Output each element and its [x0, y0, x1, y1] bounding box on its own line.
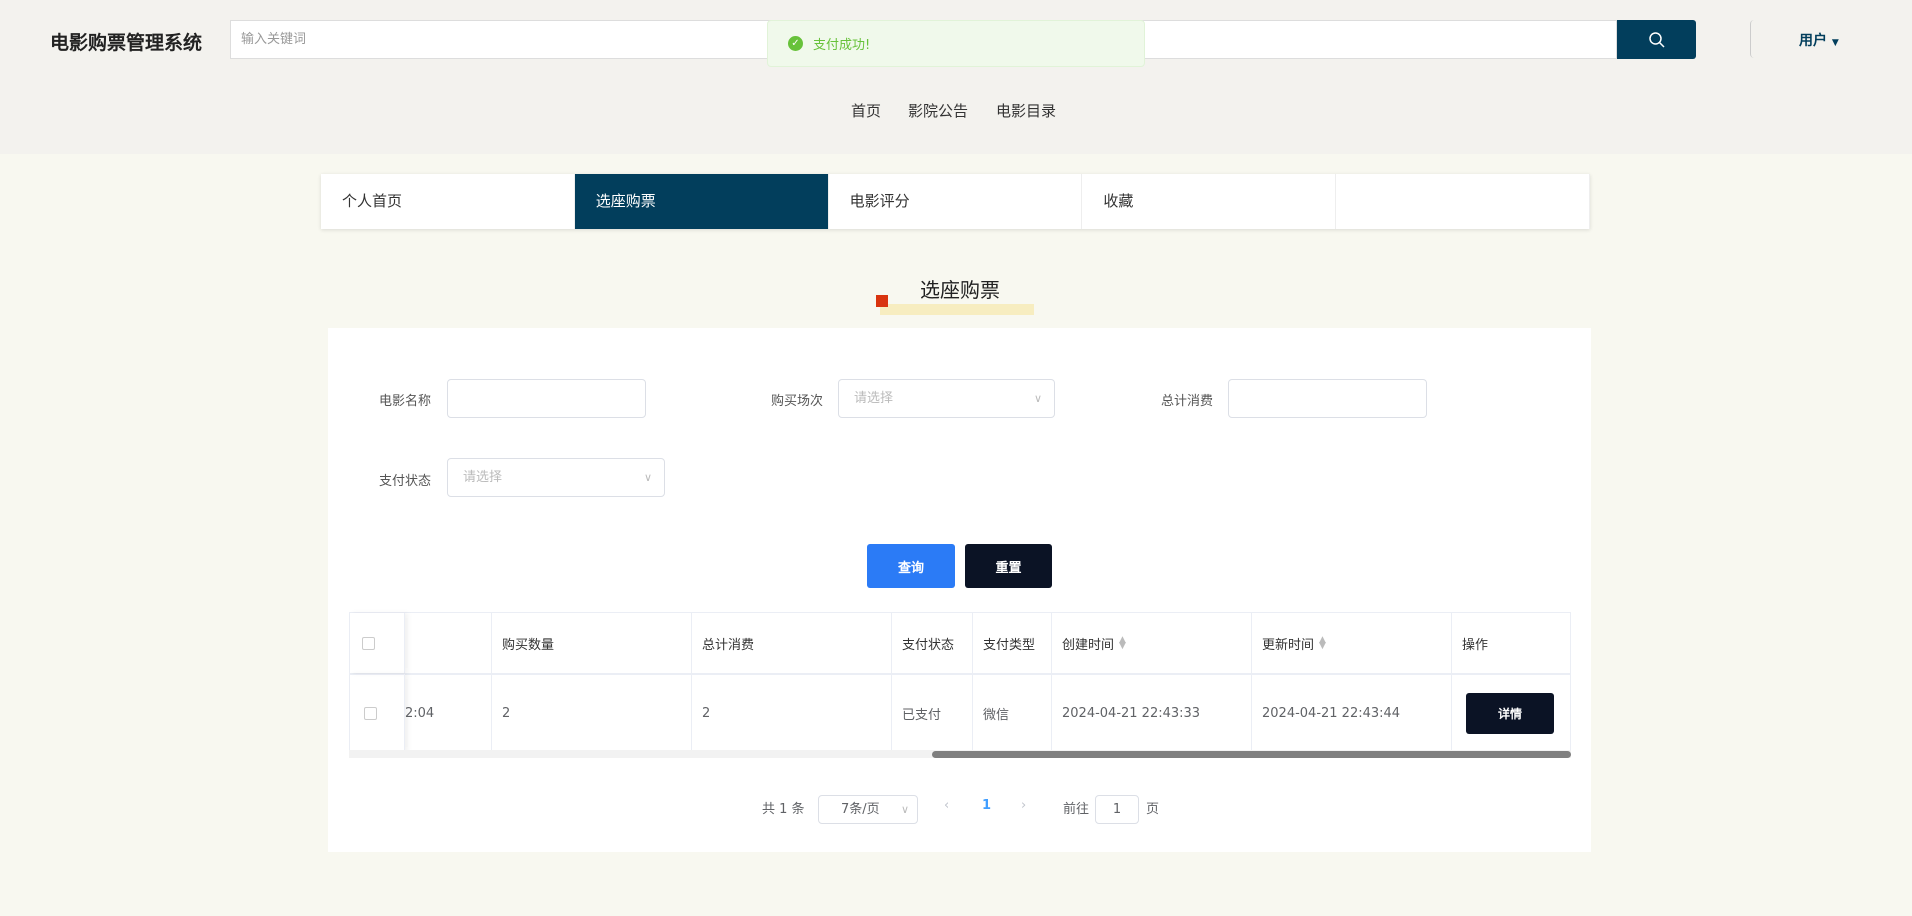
caret-down-icon: ▼	[1831, 38, 1839, 48]
col-created[interactable]: 创建时间 ▲ ▼	[1052, 613, 1252, 673]
chevron-down-icon: ∨	[643, 471, 652, 484]
col-action: 操作	[1462, 637, 1489, 653]
total-input[interactable]	[1228, 379, 1427, 418]
success-toast: ✓ 支付成功!	[767, 20, 1145, 67]
session-label: 购买场次	[771, 394, 824, 409]
tab-seat-booking[interactable]: 选座购票	[574, 174, 829, 229]
tab-movie-rating[interactable]: 电影评分	[829, 174, 1083, 229]
pay-status-placeholder: 请选择	[463, 470, 503, 485]
col-status: 支付状态	[892, 613, 973, 673]
col-updated-label: 更新时间	[1262, 637, 1315, 653]
sort-icon[interactable]: ▲ ▼	[1119, 636, 1126, 651]
nav-announcements[interactable]: 影院公告	[908, 100, 968, 121]
app-title: 电影购票管理系统	[50, 32, 203, 54]
scrollbar-thumb[interactable]	[932, 751, 1571, 758]
cell-time: 2:04	[405, 674, 492, 752]
row-checkbox[interactable]	[364, 706, 377, 720]
tab-profile-home[interactable]: 个人首页	[321, 174, 575, 229]
page-1[interactable]: 1	[982, 798, 991, 813]
total-label: 总计消费	[1161, 394, 1214, 409]
col-time	[405, 613, 492, 673]
page-size-select[interactable]: 7条/页 ∨	[818, 795, 918, 824]
col-updated[interactable]: 更新时间 ▲ ▼	[1252, 613, 1452, 673]
prev-page-icon[interactable]: ‹	[944, 798, 949, 813]
avatar[interactable]	[1750, 20, 1788, 58]
goto-page-input[interactable]: 1	[1095, 795, 1139, 824]
orders-table: 购买数量 总计消费 支付状态 支付类型 创建时间 ▲ ▼ 更新时间 ▲ ▼ 操作 2:0…	[349, 612, 1571, 758]
cell-status: 已支付	[892, 674, 973, 752]
cell-qty: 2	[492, 674, 692, 752]
user-name: 用户	[1799, 33, 1827, 49]
detail-button[interactable]: 详情	[1466, 692, 1554, 734]
profile-tabs: 个人首页 选座购票 电影评分 收藏	[321, 174, 1590, 229]
tab-favorites[interactable]: 收藏	[1082, 174, 1337, 229]
search-button[interactable]	[1617, 20, 1696, 59]
sort-icon[interactable]: ▲ ▼	[1319, 636, 1326, 651]
movie-name-input[interactable]	[447, 379, 646, 418]
chevron-down-icon: ∨	[1033, 392, 1042, 405]
section-title: 选座购票	[920, 278, 1000, 302]
nav-movie-catalog[interactable]: 电影目录	[996, 100, 1056, 121]
reset-button[interactable]: 重置	[965, 544, 1052, 588]
goto-label: 前往	[1063, 802, 1090, 817]
cell-total: 2	[692, 674, 892, 752]
table-header: 购买数量 总计消费 支付状态 支付类型 创建时间 ▲ ▼ 更新时间 ▲ ▼ 操作	[350, 613, 1570, 675]
col-type: 支付类型	[973, 613, 1052, 673]
query-button[interactable]: 查询	[867, 544, 955, 588]
cell-updated: 2024-04-21 22:43:44	[1252, 674, 1452, 752]
nav-home[interactable]: 首页	[851, 100, 881, 121]
user-menu[interactable]: 用户 ▼	[1799, 30, 1839, 50]
page-size-value: 7条/页	[841, 802, 880, 817]
toast-message: 支付成功!	[813, 38, 871, 53]
pay-status-select[interactable]: 请选择 ∨	[447, 458, 665, 497]
tab-empty	[1336, 174, 1590, 229]
table-row: 2:04 2 2 已支付 微信 2024-04-21 22:43:33 2024…	[350, 674, 1570, 752]
select-all-checkbox[interactable]	[362, 636, 375, 650]
page-suffix: 页	[1146, 802, 1160, 817]
col-created-label: 创建时间	[1062, 637, 1115, 653]
search-icon	[1648, 31, 1665, 48]
col-qty: 购买数量	[492, 613, 692, 673]
movie-name-label: 电影名称	[379, 394, 432, 409]
cell-created: 2024-04-21 22:43:33	[1052, 674, 1252, 752]
check-circle-icon: ✓	[788, 36, 803, 51]
title-underline	[880, 304, 1034, 315]
session-placeholder: 请选择	[854, 391, 894, 406]
session-select[interactable]: 请选择 ∨	[838, 379, 1055, 418]
pay-status-label: 支付状态	[379, 474, 432, 489]
chevron-down-icon: ∨	[900, 803, 909, 816]
cell-type: 微信	[973, 674, 1052, 752]
pagination-total: 共 1 条	[762, 802, 805, 817]
col-total: 总计消费	[692, 613, 892, 673]
next-page-icon[interactable]: ›	[1021, 798, 1026, 813]
